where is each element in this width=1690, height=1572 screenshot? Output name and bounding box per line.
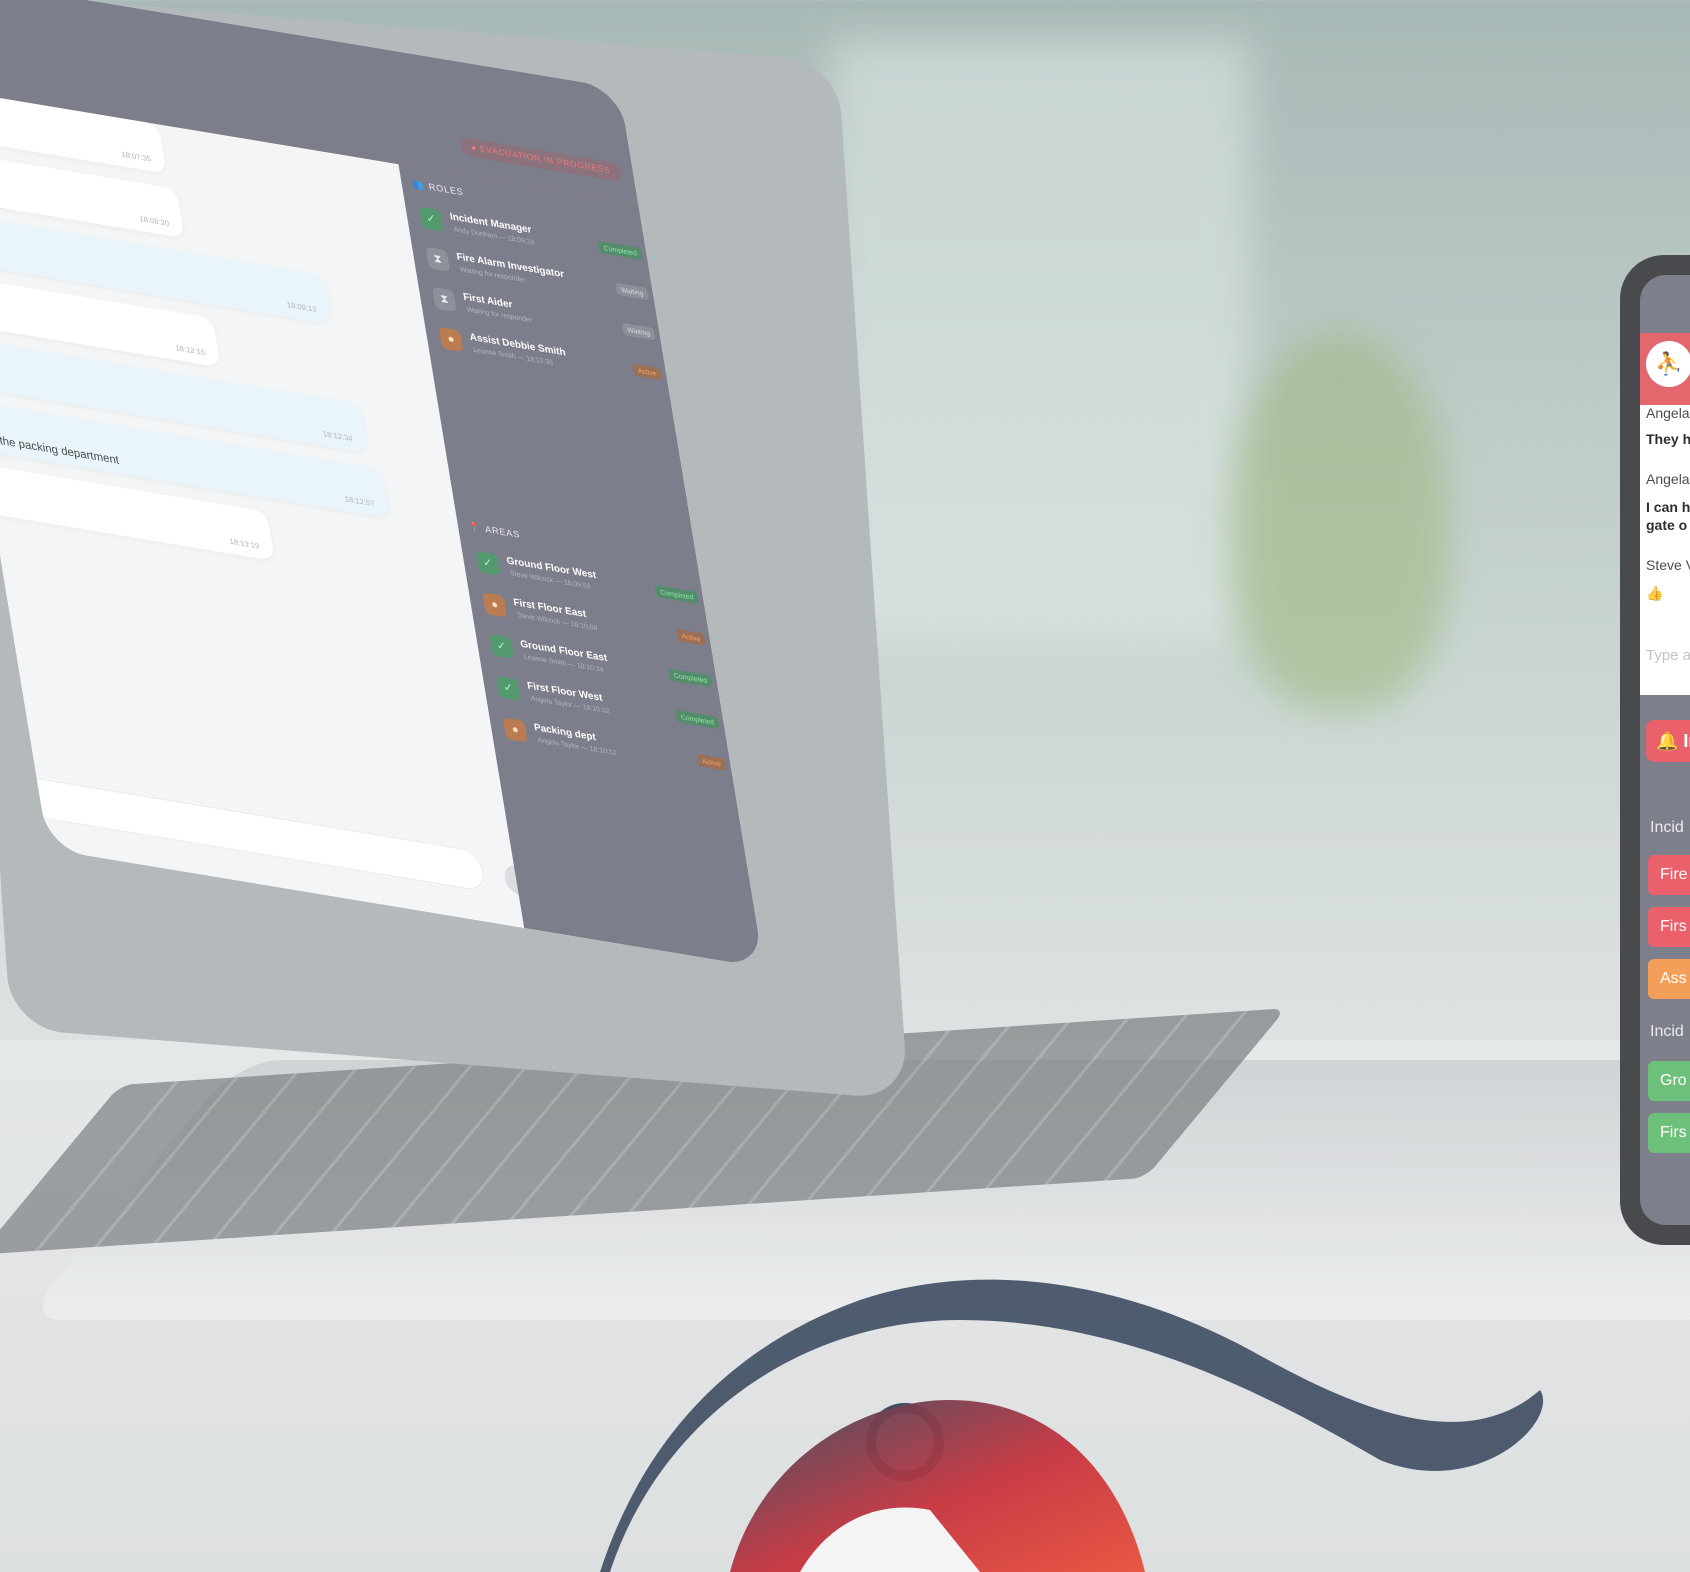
- brand-watermark-logo: [600, 1279, 1544, 1572]
